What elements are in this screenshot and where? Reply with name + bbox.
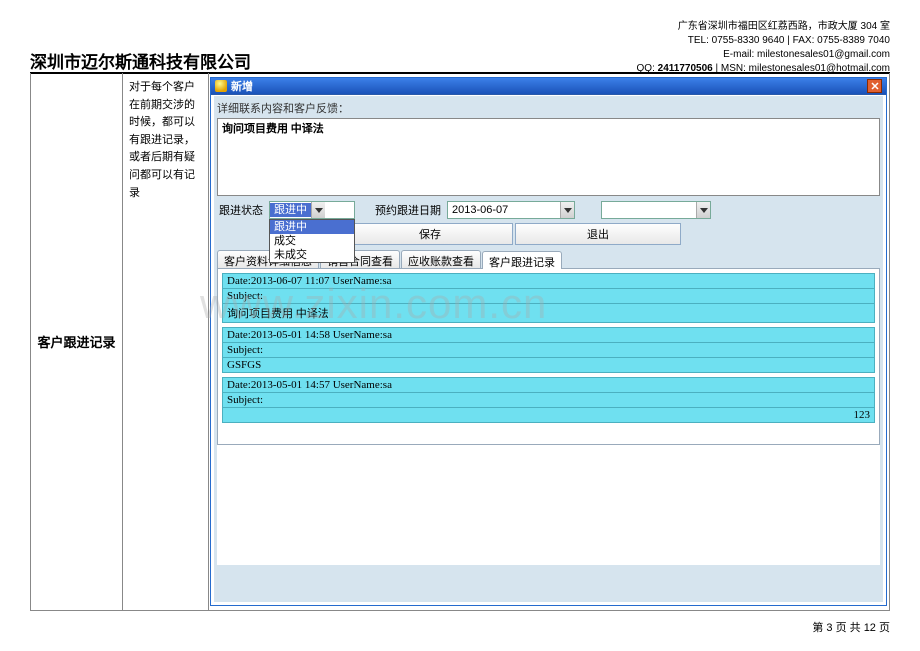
tab-followup[interactable]: 客户跟进记录: [482, 251, 562, 269]
screenshot-cell: 新增 详细联系内容和客户反馈： 询问项目费用 中译法 跟进状态 跟进中: [209, 73, 889, 610]
extra-combo[interactable]: [601, 201, 711, 219]
window-title: 新增: [231, 78, 253, 94]
chevron-down-icon[interactable]: [560, 202, 574, 218]
header-contact: 广东省深圳市福田区红荔西路，市政大厦 304 室 TEL: 0755-8330 …: [637, 20, 890, 76]
record-item: Date:2013-06-07 11:07 UserName:sa Subjec…: [222, 273, 875, 323]
status-label: 跟进状态: [217, 202, 265, 218]
app-icon: [215, 80, 227, 92]
record-body: 询问项目费用 中译法: [222, 304, 875, 323]
record-date: Date:2013-05-01 14:57 UserName:sa: [222, 377, 875, 393]
status-option[interactable]: 未成交: [270, 248, 354, 262]
tab-receivable[interactable]: 应收账款查看: [401, 250, 481, 268]
content-table: 客户跟进记录 对于每个客户在前期交涉的时候，都可以有跟进记录，或者后期有疑问都可…: [30, 73, 890, 611]
empty-area: [217, 445, 880, 565]
company-title: 深圳市迈尔斯通科技有限公司: [30, 48, 251, 73]
form-row: 跟进状态 跟进中 跟进中 成交 未成交: [217, 200, 880, 220]
status-dropdown-list[interactable]: 跟进中 成交 未成交: [269, 219, 355, 263]
record-subject: Subject:: [222, 289, 875, 304]
save-button[interactable]: 保存: [347, 223, 513, 245]
page-number: 第 3 页 共 12 页: [812, 619, 890, 635]
record-date: Date:2013-05-01 14:58 UserName:sa: [222, 327, 875, 343]
detail-label: 详细联系内容和客户反馈：: [217, 100, 880, 116]
row-title-cell: 客户跟进记录: [31, 73, 123, 610]
record-date: Date:2013-06-07 11:07 UserName:sa: [222, 273, 875, 289]
record-item: Date:2013-05-01 14:57 UserName:sa Subjec…: [222, 377, 875, 423]
record-subject: Subject:: [222, 343, 875, 358]
status-combo[interactable]: 跟进中 跟进中 成交 未成交: [269, 201, 355, 219]
record-body: 123: [222, 408, 875, 423]
window-titlebar[interactable]: 新增: [211, 78, 886, 95]
close-icon[interactable]: [867, 79, 882, 93]
status-option[interactable]: 跟进中: [270, 220, 354, 234]
chevron-down-icon[interactable]: [696, 202, 710, 218]
followup-panel: Date:2013-06-07 11:07 UserName:sa Subjec…: [217, 269, 880, 445]
row-desc-cell: 对于每个客户在前期交涉的时候，都可以有跟进记录，或者后期有疑问都可以有记录: [123, 73, 209, 610]
date-label: 预约跟进日期: [373, 202, 443, 218]
record-item: Date:2013-05-01 14:58 UserName:sa Subjec…: [222, 327, 875, 373]
page-root: 广东省深圳市福田区红荔西路，市政大厦 304 室 TEL: 0755-8330 …: [0, 0, 920, 651]
exit-button[interactable]: 退出: [515, 223, 681, 245]
status-option[interactable]: 成交: [270, 234, 354, 248]
detail-textarea[interactable]: 询问项目费用 中译法: [217, 118, 880, 196]
record-body: GSFGS: [222, 358, 875, 373]
dialog-window: 新增 详细联系内容和客户反馈： 询问项目费用 中译法 跟进状态 跟进中: [210, 77, 887, 606]
chevron-down-icon[interactable]: [311, 202, 325, 218]
window-content: 详细联系内容和客户反馈： 询问项目费用 中译法 跟进状态 跟进中: [214, 96, 883, 602]
record-subject: Subject:: [222, 393, 875, 408]
date-combo[interactable]: 2013-06-07: [447, 201, 575, 219]
